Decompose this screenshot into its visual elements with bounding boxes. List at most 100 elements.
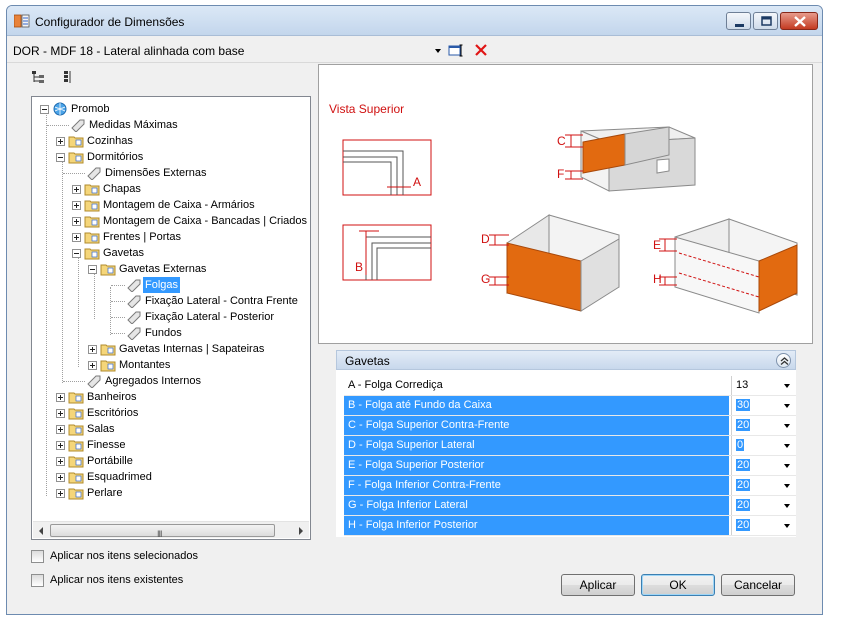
folder-icon [84,200,100,212]
tree-view[interactable]: Promob Medidas Máximas Cozinhas Dormitór… [31,96,311,540]
tag-icon [87,167,101,180]
expand-icon[interactable] [56,425,65,434]
label-e: E [653,238,661,252]
property-row[interactable]: H - Folga Inferior Posterior 20 [344,516,796,536]
ok-button[interactable]: OK [641,574,715,596]
diagram-preview: Vista Superior A B C F D G E H [318,64,813,344]
property-row[interactable]: C - Folga Superior Contra-Frente 20 [344,416,796,436]
scrollbar-thumb[interactable]: III [50,524,275,539]
apply-existing-label: Aplicar nos itens existentes [50,574,184,586]
property-name: E - Folga Superior Posterior [344,456,729,475]
expand-icon[interactable] [56,489,65,498]
drawer-back-view [674,218,798,314]
drawer-front-view [580,126,696,192]
collapse-icon[interactable] [40,105,49,114]
expand-icon[interactable] [56,473,65,482]
expand-icon[interactable] [56,457,65,466]
collapse-icon[interactable] [72,249,81,258]
property-row[interactable]: E - Folga Superior Posterior 20 [344,456,796,476]
scroll-left-icon[interactable] [39,527,43,535]
chevron-down-icon[interactable] [784,524,790,528]
expand-icon[interactable] [72,233,81,242]
globe-icon [53,102,67,116]
chevron-down-icon[interactable] [784,444,790,448]
folder-icon [68,424,84,436]
property-name: C - Folga Superior Contra-Frente [344,416,729,435]
property-name: F - Folga Inferior Contra-Frente [344,476,729,495]
maximize-button[interactable] [753,12,778,30]
expand-icon[interactable] [88,345,97,354]
expand-icon[interactable] [56,409,65,418]
list-tree-icon[interactable] [61,70,75,84]
property-row[interactable]: A - Folga Corrediça 13 [344,376,796,396]
expand-tree-icon[interactable] [31,70,45,84]
double-chevron-up-icon [780,357,789,365]
expand-icon[interactable] [56,393,65,402]
edit-config-icon[interactable] [448,43,464,57]
chevron-down-icon[interactable] [784,484,790,488]
cancel-button[interactable]: Cancelar [721,574,795,596]
expand-icon[interactable] [56,441,65,450]
property-row[interactable]: F - Folga Inferior Contra-Frente 20 [344,476,796,496]
tag-icon [127,311,141,324]
folder-icon [68,440,84,452]
collapse-icon[interactable] [88,265,97,274]
dimension-configurator-window: Configurador de Dimensões DOR - MDF 18 -… [6,5,823,615]
app-icon [14,14,30,28]
delete-icon[interactable] [473,43,489,57]
expand-icon[interactable] [72,217,81,226]
maximize-icon [761,16,772,26]
folder-icon [100,344,116,356]
expand-icon[interactable] [88,361,97,370]
apply-button[interactable]: Aplicar [561,574,635,596]
folder-open-icon [100,264,116,276]
tag-icon [127,279,141,292]
expand-icon[interactable] [56,137,65,146]
tag-icon [127,327,141,340]
close-button[interactable] [780,12,818,30]
property-grid: Gavetas A - Folga Corrediça 13 B - Folga… [336,350,796,537]
label-d: D [481,232,490,246]
expand-icon[interactable] [72,201,81,210]
minimize-button[interactable] [726,12,751,30]
title-bar[interactable]: Configurador de Dimensões [7,6,822,36]
chevron-down-icon[interactable] [784,464,790,468]
folder-icon [68,408,84,420]
apply-existing-checkbox[interactable] [31,574,44,587]
folder-icon [84,232,100,244]
chevron-down-icon[interactable] [784,384,790,388]
chevron-down-icon[interactable] [784,504,790,508]
drawer-side-view [506,214,620,312]
minimize-icon [735,24,744,27]
collapse-section-button[interactable] [776,353,791,368]
folder-icon [68,392,84,404]
property-name: B - Folga até Fundo da Caixa [344,396,729,415]
collapse-icon[interactable] [56,153,65,162]
label-b: B [355,260,363,274]
config-selector[interactable]: DOR - MDF 18 - Lateral alinhada com base [13,44,244,58]
section-header[interactable]: Gavetas [336,350,796,370]
chevron-down-icon[interactable] [435,49,441,53]
tag-icon [87,375,101,388]
tag-icon [127,295,141,308]
chevron-down-icon[interactable] [784,424,790,428]
tree-panel: Promob Medidas Máximas Cozinhas Dormitór… [31,64,313,542]
folder-icon [84,184,100,196]
window-title: Configurador de Dimensões [35,15,185,29]
close-icon [794,16,806,27]
tree-horizontal-scrollbar[interactable]: III [33,521,309,539]
folder-icon [100,360,116,372]
property-name: A - Folga Corrediça [348,379,443,391]
label-f: F [557,167,564,181]
apply-selected-checkbox[interactable] [31,550,44,563]
property-row[interactable]: D - Folga Superior Lateral 0 [344,436,796,456]
view-label: Vista Superior [329,102,404,116]
folder-icon [68,456,84,468]
scroll-right-icon[interactable] [299,527,303,535]
folder-icon [68,136,84,148]
expand-icon[interactable] [72,185,81,194]
property-row[interactable]: B - Folga até Fundo da Caixa 30 [344,396,796,416]
property-row[interactable]: G - Folga Inferior Lateral 20 [344,496,796,516]
label-c: C [557,134,566,148]
chevron-down-icon[interactable] [784,404,790,408]
